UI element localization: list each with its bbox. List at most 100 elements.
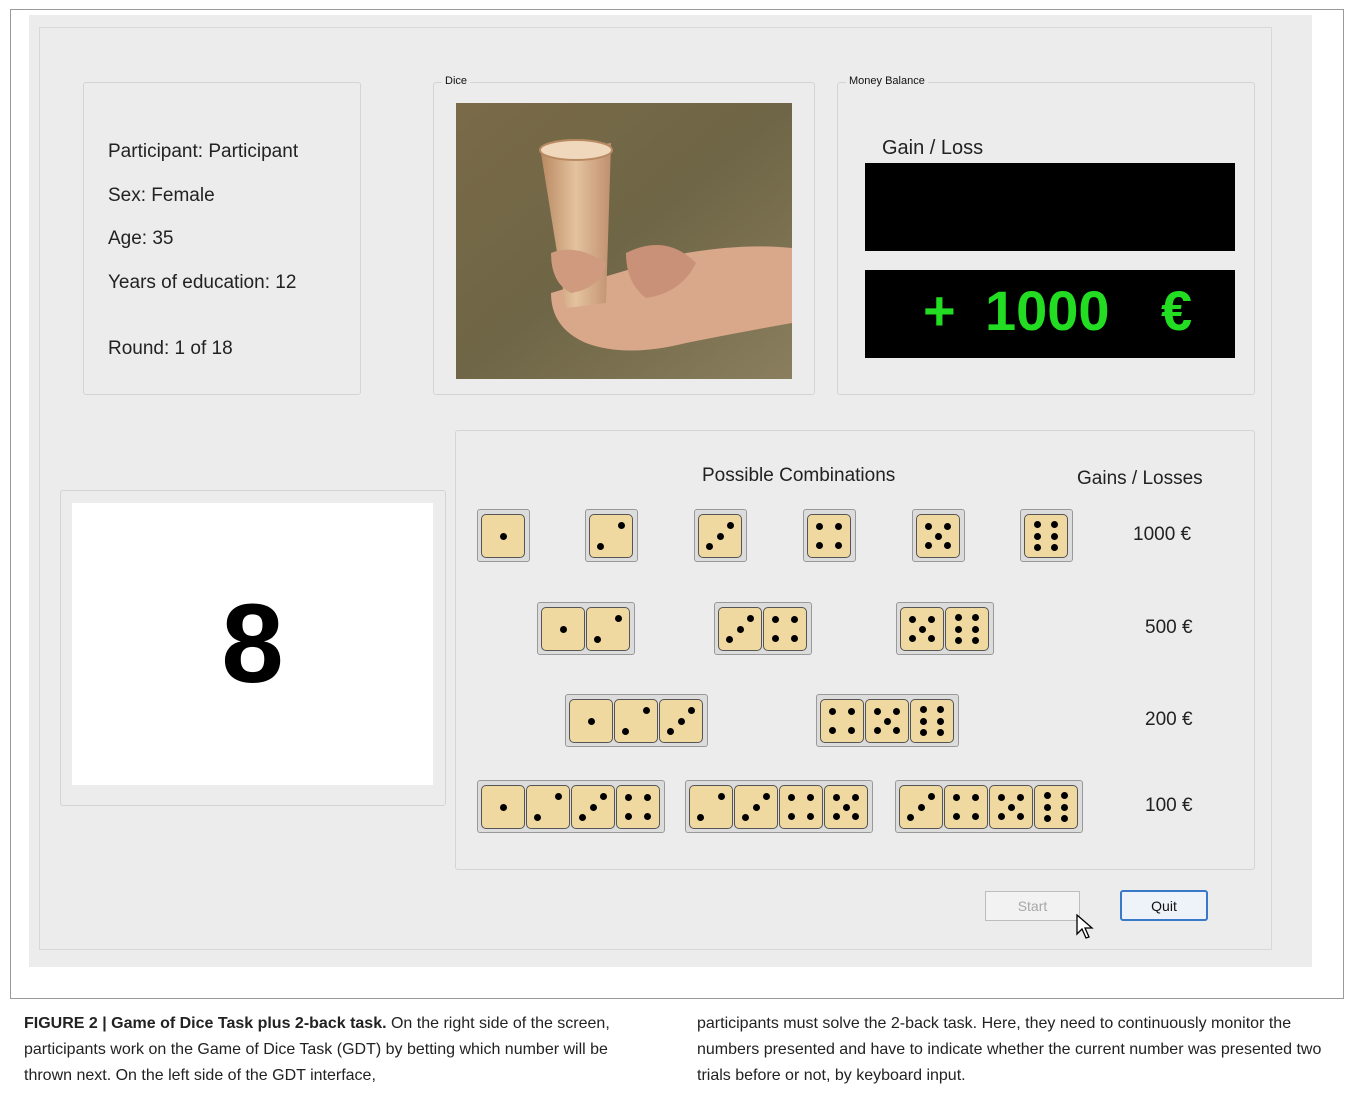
die-face-3-icon [571, 785, 615, 829]
die-pip [727, 522, 734, 529]
die-pip [1044, 815, 1052, 823]
die-pip [847, 708, 855, 716]
die-face-6-icon [910, 699, 954, 743]
die-pip [790, 616, 798, 624]
die-pip [953, 794, 961, 802]
die-pip [934, 532, 942, 540]
die-pip [851, 794, 859, 802]
die-pip [829, 726, 837, 734]
balance-sign: + [923, 279, 956, 342]
die-pip [943, 523, 951, 531]
dice-combination-4-3 [895, 780, 1083, 833]
die-pip [806, 794, 814, 802]
gain-amount-label: 200 € [1145, 709, 1193, 730]
die-pip [534, 814, 541, 821]
balance-currency: € [1161, 279, 1193, 342]
die-face-2-icon [614, 699, 658, 743]
figure-caption-text-2: participants must solve the 2-back task.… [697, 1015, 1322, 1084]
die-pip [697, 814, 704, 821]
die-pip [883, 717, 891, 725]
die-face-5-icon [824, 785, 868, 829]
die-pip [998, 794, 1006, 802]
die-pip [833, 794, 841, 802]
quit-button[interactable]: Quit [1120, 890, 1208, 921]
round-counter: Round: 1 of 18 [108, 338, 233, 359]
dice-cup-image [456, 103, 792, 379]
balance-value: 1000 [985, 279, 1110, 342]
die-pip [927, 634, 935, 642]
die-pip [834, 541, 842, 549]
die-pip [1060, 815, 1068, 823]
figure-caption-left: FIGURE 2 | Game of Dice Task plus 2-back… [24, 1011, 660, 1089]
participant-name: Participant: Participant [108, 141, 299, 162]
die-face-1-icon [481, 514, 525, 558]
die-pip [625, 794, 633, 802]
die-pip [892, 726, 900, 734]
die-pip [688, 707, 695, 714]
die-pip [955, 637, 963, 645]
die-pip [925, 541, 933, 549]
die-pip [736, 625, 744, 633]
die-face-1-icon [481, 785, 525, 829]
die-pip [559, 625, 567, 633]
die-pip [847, 726, 855, 734]
die-pip [1007, 803, 1015, 811]
die-pip [936, 705, 944, 713]
dice-combination-2-1 [537, 602, 635, 655]
mouse-cursor-icon [1076, 913, 1094, 945]
dice-cup-photo-icon [456, 103, 792, 379]
die-pip [718, 793, 725, 800]
die-face-3-icon [698, 514, 742, 558]
die-face-4-icon [820, 699, 864, 743]
die-pip [726, 636, 733, 643]
die-pip [971, 625, 979, 633]
die-pip [833, 812, 841, 820]
die-pip [618, 522, 625, 529]
die-pip [625, 812, 633, 820]
die-pip [874, 708, 882, 716]
die-pip [600, 793, 607, 800]
die-pip [918, 625, 926, 633]
dice-panel-legend: Dice [442, 75, 471, 87]
die-pip [955, 625, 963, 633]
gain-amount-label: 500 € [1145, 617, 1193, 638]
figure-caption-label: FIGURE 2 | Game of Dice Task plus 2-back… [24, 1015, 387, 1032]
gains-losses-header: Gains / Losses [1077, 468, 1203, 489]
dice-combination-1-3 [694, 509, 747, 562]
die-pip [943, 541, 951, 549]
die-pip [1060, 803, 1068, 811]
die-pip [555, 793, 562, 800]
die-pip [1016, 812, 1024, 820]
die-pip [643, 794, 651, 802]
start-button[interactable]: Start [985, 891, 1080, 921]
die-pip [971, 613, 979, 621]
combinations-panel: Possible Combinations Gains / Losses 100… [455, 430, 1255, 870]
die-face-4-icon [763, 607, 807, 651]
die-face-1-icon [541, 607, 585, 651]
die-face-2-icon [526, 785, 570, 829]
die-pip [920, 717, 928, 725]
die-face-2-icon [586, 607, 630, 651]
balance-display: + 1000 € [865, 270, 1235, 358]
die-pip [920, 729, 928, 737]
dice-combination-2-3 [896, 602, 994, 655]
combinations-title: Possible Combinations [702, 465, 896, 486]
die-pip [667, 728, 674, 735]
die-face-5-icon [916, 514, 960, 558]
die-face-2-icon [689, 785, 733, 829]
dice-combination-1-1 [477, 509, 530, 562]
die-pip [907, 814, 914, 821]
die-pip [834, 523, 842, 531]
die-face-5-icon [989, 785, 1033, 829]
start-button-label: Start [1017, 898, 1048, 914]
die-pip [971, 637, 979, 645]
nback-number-display: 8 [72, 503, 433, 785]
dice-combination-2-2 [714, 602, 812, 655]
die-face-4-icon [944, 785, 988, 829]
dice-combination-3-1 [565, 694, 708, 747]
die-face-3-icon [899, 785, 943, 829]
die-pip [790, 634, 798, 642]
die-pip [1060, 791, 1068, 799]
die-pip [1034, 520, 1042, 528]
participant-panel: Participant: Participant Sex: Female Age… [83, 82, 361, 395]
